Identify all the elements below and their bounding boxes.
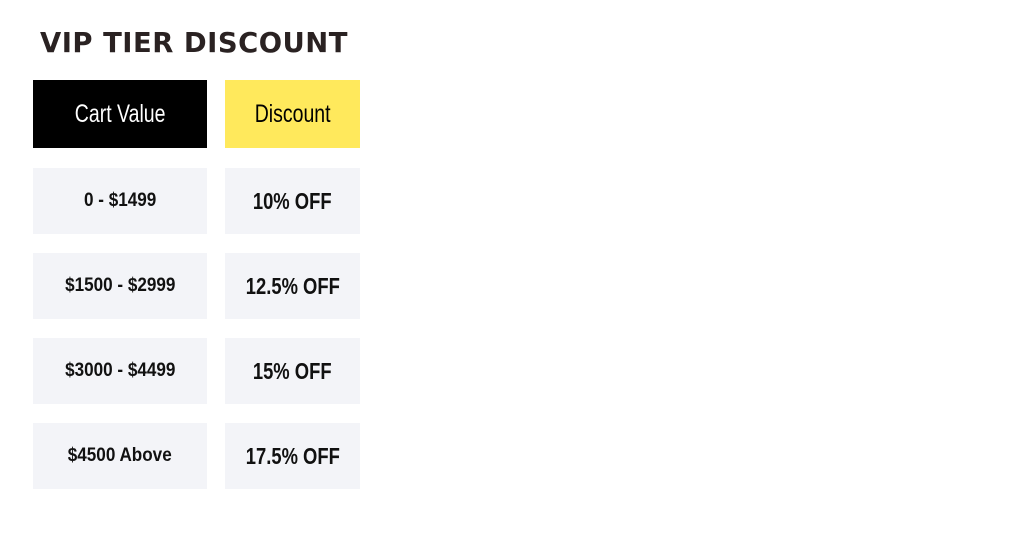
table-cell-cart-value: $3000 - $4499 xyxy=(33,338,207,404)
discount-text: 12.5% OFF xyxy=(245,272,340,299)
table-cell-discount: 10% OFF xyxy=(225,168,360,234)
table-cell-cart-value: $4500 Above xyxy=(33,423,207,489)
discount-text: 15% OFF xyxy=(253,357,332,384)
header-cart-value-label: Cart Value xyxy=(74,99,166,128)
header-discount: Discount xyxy=(225,80,360,148)
header-discount-label: Discount xyxy=(254,99,331,128)
discount-text: 17.5% OFF xyxy=(245,442,340,469)
cart-value-text: $3000 - $4499 xyxy=(64,360,176,381)
table-cell-cart-value: $1500 - $2999 xyxy=(33,253,207,319)
header-cart-value: Cart Value xyxy=(33,80,207,148)
page-title: VIP TIER DISCOUNT xyxy=(40,26,348,59)
table-cell-discount: 17.5% OFF xyxy=(225,423,360,489)
table-cell-discount: 12.5% OFF xyxy=(225,253,360,319)
cart-value-text: 0 - $1499 xyxy=(83,190,157,211)
table-cell-discount: 15% OFF xyxy=(225,338,360,404)
table-cell-cart-value: 0 - $1499 xyxy=(33,168,207,234)
discount-text: 10% OFF xyxy=(253,187,332,214)
cart-value-text: $1500 - $2999 xyxy=(64,275,176,296)
cart-value-text: $4500 Above xyxy=(68,445,172,466)
